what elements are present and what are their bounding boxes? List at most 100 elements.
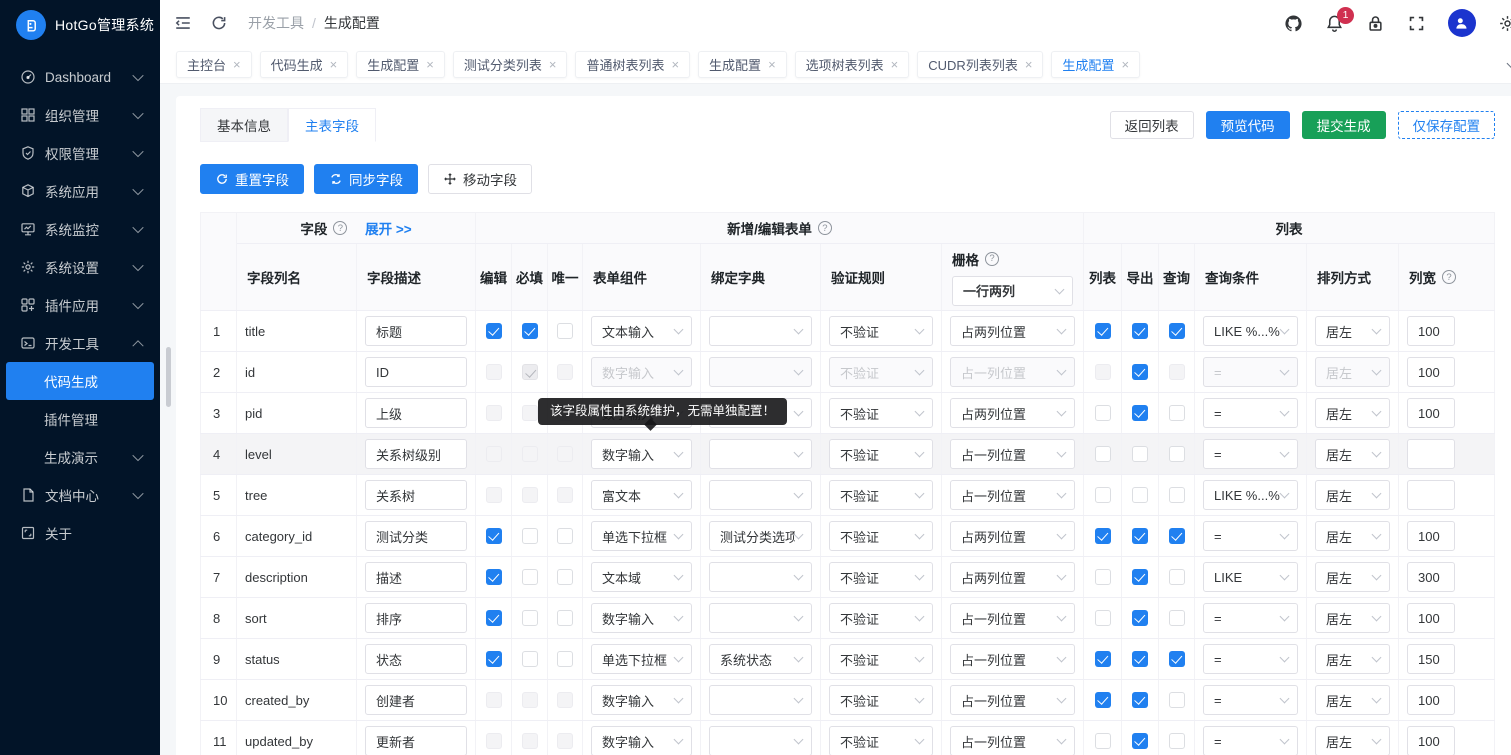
unique-checkbox[interactable] [557,528,573,544]
export-checkbox[interactable] [1132,405,1148,421]
rule-select[interactable]: 不验证 [829,439,933,469]
edit-checkbox[interactable] [486,323,502,339]
unique-checkbox[interactable] [557,692,573,708]
align-select[interactable]: 居左 [1315,644,1390,674]
fullscreen-icon[interactable] [1407,14,1426,33]
tab-basic-info[interactable]: 基本信息 [200,108,288,142]
required-checkbox[interactable] [522,323,538,339]
width-input[interactable] [1407,480,1455,510]
page-tab-3[interactable]: 测试分类列表 [453,51,568,78]
unique-checkbox[interactable] [557,446,573,462]
required-checkbox[interactable] [522,487,538,503]
query-checkbox[interactable] [1169,446,1185,462]
sidebar-item-settings[interactable]: 系统设置 [6,248,154,286]
field-desc-input[interactable]: 更新者 [365,726,467,755]
close-icon[interactable] [426,58,434,71]
query-checkbox[interactable] [1169,405,1185,421]
notifications-bell-icon[interactable]: 1 [1325,14,1344,33]
query-checkbox[interactable] [1169,569,1185,585]
tab-main-fields[interactable]: 主表字段 [288,108,376,142]
page-tab-1[interactable]: 代码生成 [260,51,349,78]
list-checkbox[interactable] [1095,610,1111,626]
rule-select[interactable]: 不验证 [829,726,933,755]
field-desc-input[interactable]: 关系树级别 [365,439,467,469]
dict-select[interactable]: 系统状态 [709,644,812,674]
export-checkbox[interactable] [1132,733,1148,749]
edit-checkbox[interactable] [486,610,502,626]
width-input[interactable]: 100 [1407,521,1455,551]
edit-checkbox[interactable] [486,569,502,585]
help-icon[interactable] [985,252,999,266]
list-checkbox[interactable] [1095,692,1111,708]
sidebar-item-dev-tools[interactable]: 开发工具 [6,324,154,362]
dict-select[interactable] [709,316,812,346]
rule-select[interactable]: 不验证 [829,685,933,715]
grid-select[interactable]: 占一列位置 [950,726,1075,755]
component-select[interactable]: 富文本 [591,480,692,510]
list-checkbox[interactable] [1095,323,1111,339]
tabstrip-chevron-down-icon[interactable] [1503,57,1511,73]
grid-select[interactable]: 占一列位置 [950,439,1075,469]
field-desc-input[interactable]: 描述 [365,562,467,592]
rule-select[interactable]: 不验证 [829,562,933,592]
edit-checkbox[interactable] [486,651,502,667]
page-tab-6[interactable]: 选项树表列表 [795,51,910,78]
sidebar-item-plugin-manage[interactable]: 插件管理 [6,400,154,438]
query-condition-select[interactable]: = [1203,357,1298,387]
field-desc-input[interactable]: ID [365,357,467,387]
list-checkbox[interactable] [1095,405,1111,421]
export-checkbox[interactable] [1132,528,1148,544]
page-tab-2[interactable]: 生成配置 [356,51,445,78]
query-condition-select[interactable]: LIKE %...% [1203,480,1298,510]
grid-select[interactable]: 占一列位置 [950,644,1075,674]
export-checkbox[interactable] [1132,569,1148,585]
query-checkbox[interactable] [1169,323,1185,339]
required-checkbox[interactable] [522,405,538,421]
export-checkbox[interactable] [1132,364,1148,380]
sidebar-item-dashboard[interactable]: Dashboard [6,58,154,96]
query-checkbox[interactable] [1169,528,1185,544]
rule-select[interactable]: 不验证 [829,521,933,551]
page-tab-0[interactable]: 主控台 [176,51,252,78]
sidebar-item-gen-demo[interactable]: 生成演示 [6,438,154,476]
component-select[interactable]: 数字输入 [591,603,692,633]
grid-select[interactable]: 占一列位置 [950,603,1075,633]
align-select[interactable]: 居左 [1315,562,1390,592]
unique-checkbox[interactable] [557,610,573,626]
close-icon[interactable] [671,58,679,71]
close-icon[interactable] [549,58,557,71]
required-checkbox[interactable] [522,528,538,544]
rule-select[interactable]: 不验证 [829,316,933,346]
required-checkbox[interactable] [522,364,538,380]
field-desc-input[interactable]: 测试分类 [365,521,467,551]
list-checkbox[interactable] [1095,733,1111,749]
align-select[interactable]: 居左 [1315,521,1390,551]
required-checkbox[interactable] [522,610,538,626]
collapse-sidebar-icon[interactable] [174,14,192,32]
grid-select[interactable]: 占两列位置 [950,398,1075,428]
required-checkbox[interactable] [522,569,538,585]
dict-select[interactable] [709,562,812,592]
query-condition-select[interactable]: = [1203,398,1298,428]
export-checkbox[interactable] [1132,651,1148,667]
align-select[interactable]: 居左 [1315,357,1390,387]
component-select[interactable]: 单选下拉框 [591,644,692,674]
query-condition-select[interactable]: LIKE [1203,562,1298,592]
help-icon[interactable] [1442,270,1456,284]
edit-checkbox[interactable] [486,692,502,708]
align-select[interactable]: 居左 [1315,398,1390,428]
unique-checkbox[interactable] [557,323,573,339]
unique-checkbox[interactable] [557,487,573,503]
close-icon[interactable] [1121,58,1129,71]
field-desc-input[interactable]: 关系树 [365,480,467,510]
width-input[interactable]: 300 [1407,562,1455,592]
query-condition-select[interactable]: = [1203,726,1298,755]
page-tab-5[interactable]: 生成配置 [698,51,787,78]
export-checkbox[interactable] [1132,610,1148,626]
submit-generate-button[interactable]: 提交生成 [1302,111,1386,139]
export-checkbox[interactable] [1132,692,1148,708]
grid-select[interactable]: 占一列位置 [950,480,1075,510]
refresh-icon[interactable] [210,14,228,32]
query-checkbox[interactable] [1169,692,1185,708]
field-desc-input[interactable]: 上级 [365,398,467,428]
